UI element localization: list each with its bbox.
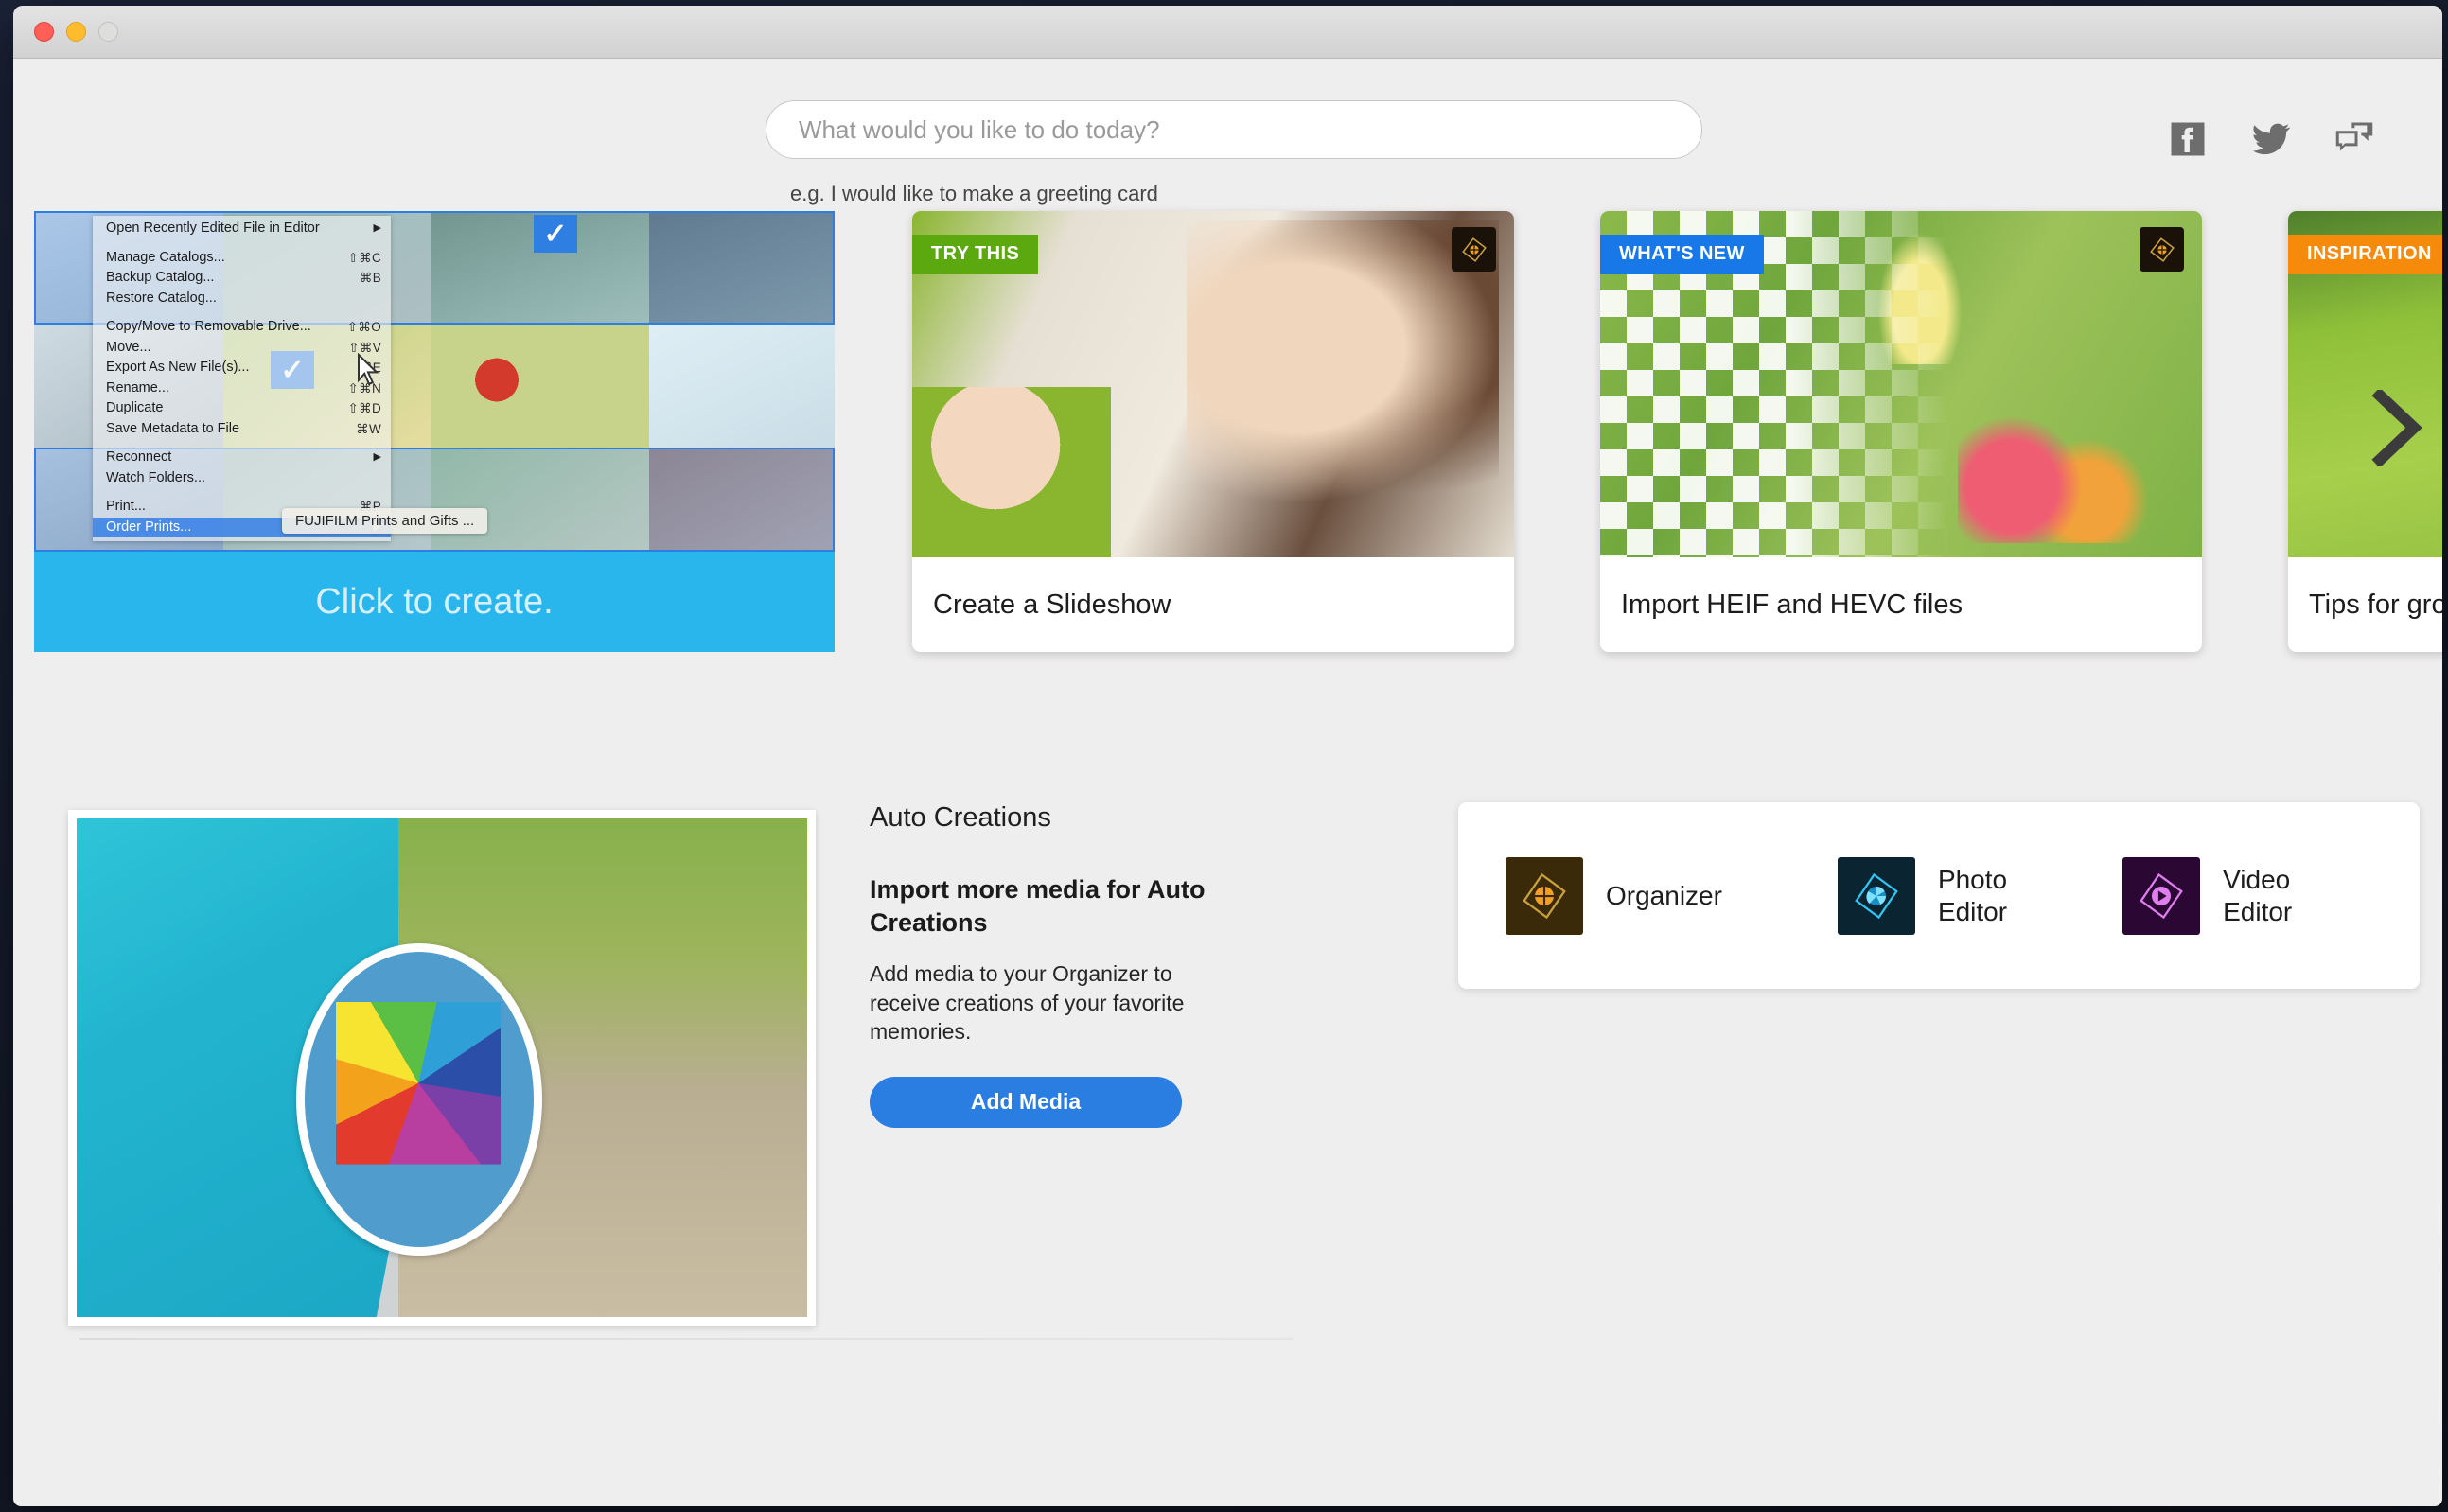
- card-title: Create a Slideshow: [912, 557, 1514, 652]
- menu-item-label: Reconnect: [106, 449, 172, 465]
- click-to-create-card[interactable]: ✓ ✓ Open Recently Edited File in Editor▶…: [34, 211, 835, 652]
- menu-item-label: Export As New File(s)...: [106, 360, 250, 375]
- organizer-icon: [1506, 856, 1583, 935]
- thumb: [431, 325, 649, 448]
- menu-item-label: Restore Catalog...: [106, 290, 217, 306]
- video-editor-icon: [2122, 856, 2201, 935]
- auto-creations-heading: Import more media for Auto Creations: [870, 875, 1206, 937]
- organizer-label: Organizer: [1606, 880, 1722, 910]
- photo-editor-icon: [1837, 856, 1915, 935]
- twitter-icon[interactable]: [2251, 119, 2291, 159]
- menu-item-label: Copy/Move to Removable Drive...: [106, 319, 311, 334]
- menu-item-label: Manage Catalogs...: [106, 249, 225, 265]
- photo-detail: [912, 387, 1111, 557]
- menu-item[interactable]: Backup Catalog... ⌘B: [93, 268, 391, 289]
- menu-item-label: Backup Catalog...: [106, 270, 215, 285]
- card-badge: TRY THIS: [912, 235, 1039, 274]
- menu-item[interactable]: Export As New File(s)...⌘E: [93, 358, 391, 378]
- card-image: TRY THIS: [912, 211, 1514, 557]
- app-photo-editor[interactable]: Photo Editor: [1837, 856, 2007, 935]
- window-titlebar: [13, 6, 2442, 59]
- menu-item[interactable]: Copy/Move to Removable Drive... ⇧⌘O: [93, 317, 391, 338]
- menu-separator: [93, 308, 391, 317]
- feature-carousel: ✓ ✓ Open Recently Edited File in Editor▶…: [13, 172, 2442, 652]
- menu-separator: [93, 439, 391, 448]
- menu-item-shortcut: ⇧⌘D: [347, 401, 381, 415]
- fujifilm-prints-submenu-item[interactable]: FUJIFILM Prints and Gifts ...: [282, 508, 488, 534]
- search-input[interactable]: [766, 100, 1702, 159]
- menu-item[interactable]: Move... ⇧⌘V: [93, 338, 391, 359]
- carousel-card-slideshow[interactable]: TRY THIS Create a Slideshow: [912, 211, 1514, 652]
- auto-creations-body: Add media to your Organizer to receive c…: [870, 961, 1185, 1045]
- menu-item-shortcut: ⇧⌘O: [346, 320, 381, 334]
- menu-item-label: Watch Folders...: [106, 469, 206, 485]
- submenu-arrow-icon: ▶: [373, 222, 381, 234]
- menu-item-shortcut: ⇧⌘C: [347, 250, 381, 265]
- zoom-button[interactable]: [98, 22, 118, 42]
- menu-separator: [93, 239, 391, 248]
- minimize-button[interactable]: [66, 22, 86, 42]
- auto-creations-text: Auto Creations Import more media for Aut…: [870, 802, 1248, 1128]
- auto-creations-preview-image[interactable]: [68, 810, 816, 1326]
- photo-editor-label-line2: Editor: [1937, 896, 2008, 926]
- add-media-button[interactable]: Add Media: [870, 1076, 1182, 1128]
- card-image: INSPIRATION: [2288, 211, 2442, 557]
- menu-item[interactable]: Open Recently Edited File in Editor ▶: [93, 219, 391, 239]
- photo-editor-label-line1: Photo: [1937, 864, 2008, 894]
- search-container: [766, 100, 1702, 159]
- organizer-app-icon: [2140, 227, 2184, 272]
- menu-item[interactable]: Duplicate ⇧⌘D: [93, 398, 391, 419]
- video-editor-label-line2: Editor: [2223, 896, 2293, 926]
- lower-section: Auto Creations Import more media for Aut…: [13, 753, 2442, 1415]
- carousel-card-heif[interactable]: WHAT'S NEW Import HEIF and HEVC files: [1600, 211, 2202, 652]
- menu-item[interactable]: Reconnect ▶: [93, 448, 391, 468]
- section-divider: [79, 1338, 1294, 1340]
- create-card-photo: ✓ ✓ Open Recently Edited File in Editor▶…: [34, 211, 835, 552]
- thumb: [649, 325, 835, 448]
- file-context-menu[interactable]: Open Recently Edited File in Editor ▶ Mana…: [93, 216, 391, 541]
- menu-item-label: Rename...: [106, 379, 169, 396]
- mouse-cursor-icon: [358, 353, 379, 386]
- card-image: WHAT'S NEW: [1600, 211, 2202, 557]
- carousel-next-arrow-icon[interactable]: [2369, 390, 2422, 466]
- card-badge: WHAT'S NEW: [1600, 235, 1764, 274]
- menu-item[interactable]: Rename... ⇧⌘N: [93, 378, 391, 399]
- community-icon[interactable]: [2334, 119, 2374, 159]
- menu-item-label: Open Recently Edited File in Editor: [106, 220, 320, 236]
- menu-separator: [93, 488, 391, 497]
- menu-item-shortcut: ⌘B: [359, 271, 381, 285]
- photo-editor-label: Photo Editor: [1938, 864, 2007, 927]
- auto-creations-section-title: Auto Creations: [870, 802, 1051, 833]
- app-video-editor[interactable]: Video Editor: [2122, 856, 2292, 935]
- close-button[interactable]: [34, 22, 54, 42]
- photo-detail: [1957, 401, 2166, 544]
- video-editor-label-line1: Video: [2223, 864, 2291, 894]
- selected-check-icon: ✓: [534, 215, 577, 253]
- social-links: [2168, 119, 2374, 159]
- menu-item-label: Duplicate: [106, 400, 164, 415]
- menu-item-label: Save Metadata to File: [106, 420, 240, 436]
- menu-item-shortcut: ⌘W: [356, 421, 381, 436]
- card-title: Import HEIF and HEVC files: [1600, 557, 2202, 652]
- card-badge: INSPIRATION: [2288, 235, 2442, 274]
- submenu-arrow-icon: ▶: [373, 451, 381, 463]
- menu-item-label: Move...: [106, 339, 151, 355]
- menu-item[interactable]: Manage Catalogs... ⇧⌘C: [93, 248, 391, 269]
- facebook-icon[interactable]: [2168, 119, 2208, 159]
- collage-umbrella-photo: [295, 942, 542, 1256]
- video-editor-label: Video Editor: [2223, 864, 2292, 927]
- menu-item[interactable]: Watch Folders...: [93, 468, 391, 489]
- click-to-create-banner[interactable]: Click to create.: [34, 552, 835, 652]
- app-organizer[interactable]: Organizer: [1506, 856, 1722, 935]
- menu-item[interactable]: Restore Catalog...: [93, 289, 391, 309]
- organizer-app-icon: [1452, 227, 1496, 272]
- app-launcher-panel: Organizer Photo Editor Video Editor: [1458, 802, 2420, 989]
- menu-item[interactable]: Save Metadata to File ⌘W: [93, 419, 391, 440]
- card-title: Tips for gro: [2288, 557, 2442, 652]
- window-controls: [34, 22, 118, 42]
- top-bar: e.g. I would like to make a greeting car…: [13, 59, 2442, 205]
- application-window: e.g. I would like to make a greeting car…: [13, 6, 2442, 1506]
